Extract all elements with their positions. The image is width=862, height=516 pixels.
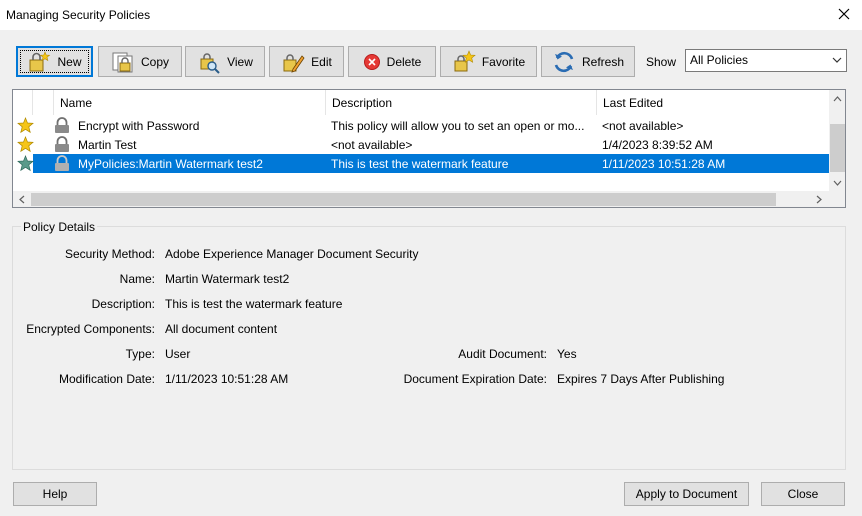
close-button[interactable]: Close xyxy=(761,482,845,506)
type-label: Type: xyxy=(125,347,155,361)
edit-label: Edit xyxy=(311,54,332,69)
favorite-label: Favorite xyxy=(481,54,526,69)
audit-document-value: Yes xyxy=(557,347,577,361)
view-label: View xyxy=(227,54,253,69)
policy-name: Encrypt with Password xyxy=(78,119,200,133)
table-row[interactable]: Encrypt with Password This policy will a… xyxy=(13,116,829,135)
new-policy-icon xyxy=(29,50,51,71)
chevron-down-icon xyxy=(832,57,842,63)
lock-icon xyxy=(55,117,69,133)
column-header-name[interactable]: Name xyxy=(54,90,326,115)
security-method-value: Adobe Experience Manager Document Securi… xyxy=(165,247,419,261)
name-label: Name: xyxy=(119,272,155,286)
type-value: User xyxy=(165,347,191,361)
refresh-label: Refresh xyxy=(581,54,625,69)
column-header-description[interactable]: Description xyxy=(326,90,597,115)
favorite-star-icon[interactable] xyxy=(17,136,34,153)
new-button[interactable]: New xyxy=(16,46,93,77)
vertical-scroll-thumb[interactable] xyxy=(830,124,845,172)
close-icon[interactable] xyxy=(834,4,854,24)
modification-date-value: 1/11/2023 10:51:28 AM xyxy=(165,372,289,386)
delete-label: Delete xyxy=(386,54,422,69)
policy-last-edited: 1/4/2023 8:39:52 AM xyxy=(602,138,713,152)
favorite-star-icon[interactable] xyxy=(17,155,34,172)
expiration-date-label: Document Expiration Date: xyxy=(403,372,547,386)
encrypted-components-label: Encrypted Components: xyxy=(26,322,155,336)
policy-last-edited: <not available> xyxy=(602,119,684,133)
delete-icon xyxy=(363,53,380,70)
scroll-right-icon[interactable] xyxy=(810,191,827,207)
horizontal-scroll-thumb[interactable] xyxy=(31,193,776,206)
copy-label: Copy xyxy=(140,54,169,69)
apply-to-document-button[interactable]: Apply to Document xyxy=(624,482,749,506)
policy-description: This policy will allow you to set an ope… xyxy=(331,119,585,133)
description-label: Description: xyxy=(91,297,155,311)
view-policy-icon xyxy=(200,52,220,74)
edit-button[interactable]: Edit xyxy=(269,46,344,77)
name-value: Martin Watermark test2 xyxy=(165,272,290,286)
favorite-button[interactable]: Favorite xyxy=(440,46,537,77)
help-button[interactable]: Help xyxy=(13,482,97,506)
policy-last-edited: 1/11/2023 10:51:28 AM xyxy=(602,157,726,171)
view-button[interactable]: View xyxy=(185,46,265,77)
vertical-scrollbar[interactable] xyxy=(829,90,845,191)
refresh-button[interactable]: Refresh xyxy=(541,46,635,77)
table-row[interactable]: Martin Test <not available> 1/4/2023 8:3… xyxy=(13,135,829,154)
horizontal-scrollbar[interactable] xyxy=(13,191,845,207)
title-bar: Managing Security Policies xyxy=(0,0,862,30)
security-method-label: Security Method: xyxy=(64,247,155,261)
scroll-down-icon[interactable] xyxy=(829,174,845,191)
list-header: Name Description Last Edited xyxy=(13,90,829,115)
new-label: New xyxy=(57,54,82,69)
edit-policy-icon xyxy=(283,53,305,73)
favorite-star-icon[interactable] xyxy=(17,117,34,134)
delete-button[interactable]: Delete xyxy=(348,46,436,77)
policy-description: This is test the watermark feature xyxy=(331,157,509,171)
scroll-up-icon[interactable] xyxy=(829,90,845,107)
table-row-selected[interactable]: MyPolicies:Martin Watermark test2 This i… xyxy=(13,154,829,173)
scroll-left-icon[interactable] xyxy=(13,191,30,207)
policy-name: MyPolicies:Martin Watermark test2 xyxy=(78,157,263,171)
window-title: Managing Security Policies xyxy=(6,8,151,22)
encrypted-components-value: All document content xyxy=(165,322,278,336)
show-label: Show xyxy=(646,55,677,69)
show-filter-value: All Policies xyxy=(690,53,749,67)
policy-name: Martin Test xyxy=(78,138,137,152)
copy-button[interactable]: Copy xyxy=(98,46,182,77)
description-value: This is test the watermark feature xyxy=(165,297,343,311)
refresh-icon xyxy=(554,51,574,72)
copy-policy-icon xyxy=(112,52,133,72)
modification-date-label: Modification Date: xyxy=(58,372,155,386)
favorite-icon xyxy=(454,49,476,71)
policy-description: <not available> xyxy=(331,138,413,152)
policy-list[interactable]: Name Description Last Edited Encrypt wit… xyxy=(12,89,846,208)
expiration-date-value: Expires 7 Days After Publishing xyxy=(557,372,725,386)
show-filter-select[interactable]: All Policies xyxy=(685,49,847,72)
lock-icon xyxy=(55,136,69,152)
column-header-last-edited[interactable]: Last Edited xyxy=(597,90,829,115)
audit-document-label: Audit Document: xyxy=(458,347,547,361)
lock-icon xyxy=(55,155,69,171)
policy-details-title: Policy Details xyxy=(21,220,98,234)
